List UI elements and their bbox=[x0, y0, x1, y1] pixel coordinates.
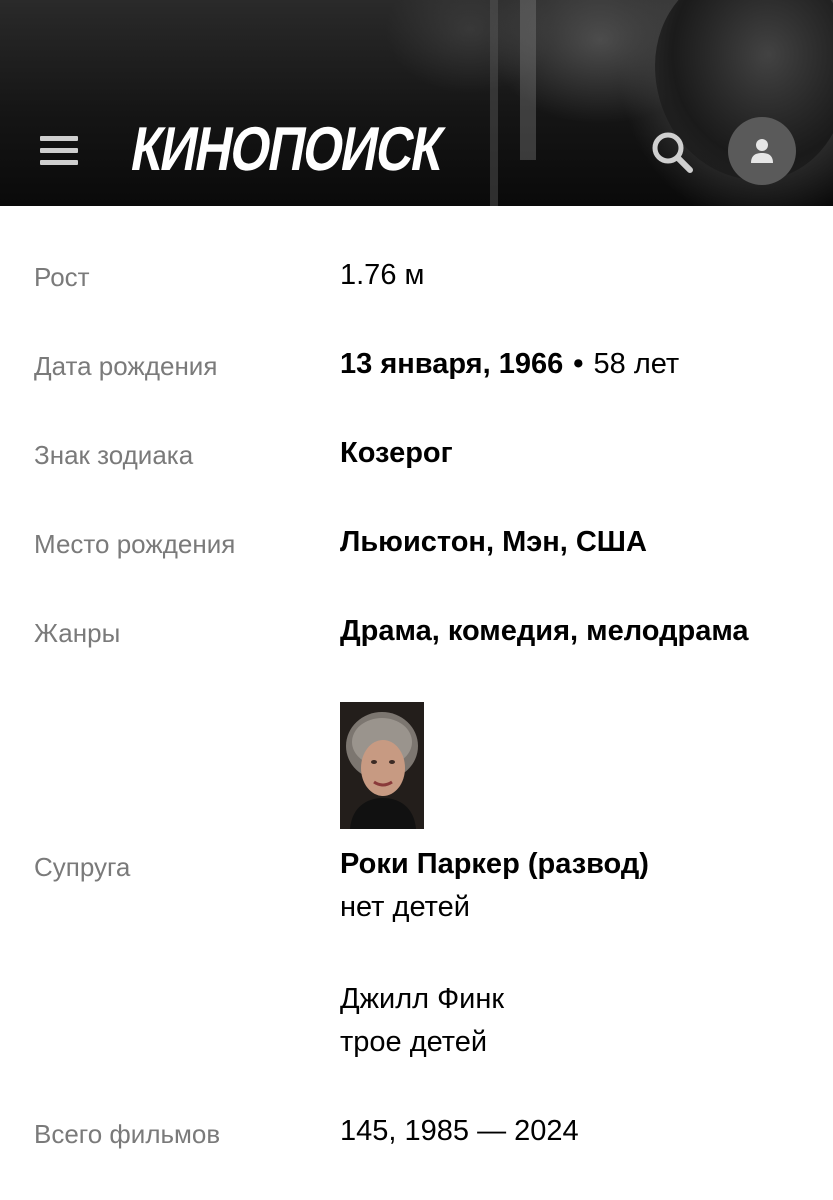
spouse-photo[interactable] bbox=[340, 702, 424, 829]
zodiac-link[interactable]: Козерог bbox=[340, 437, 453, 470]
search-icon[interactable] bbox=[648, 128, 696, 176]
zodiac-label: Знак зодиака bbox=[34, 440, 194, 470]
birth-date-separator: • bbox=[573, 348, 584, 380]
spouse-1-name[interactable]: Роки Паркер (развод) bbox=[340, 848, 649, 881]
birth-place-link[interactable]: Льюистон, Мэн, США bbox=[340, 526, 647, 559]
birth-place-label: Место рождения bbox=[34, 529, 236, 559]
hamburger-menu-icon[interactable] bbox=[38, 134, 80, 168]
site-header: КИНОПОИСК bbox=[0, 0, 833, 206]
height-label: Рост bbox=[34, 262, 90, 292]
birth-date-value: 13 января, 1966 • 58 лет bbox=[340, 348, 679, 381]
spouse-2-name: Джилл Финк bbox=[340, 983, 505, 1015]
profile-button[interactable] bbox=[728, 117, 796, 185]
genres-label: Жанры bbox=[34, 618, 121, 648]
spouse-1-children: нет детей bbox=[340, 891, 470, 923]
films-value: 145, 1985 — 2024 bbox=[340, 1115, 579, 1147]
films-label: Всего фильмов bbox=[34, 1119, 221, 1149]
genres-value[interactable]: Драма, комедия, мелодрама bbox=[340, 615, 749, 648]
height-value: 1.76 м bbox=[340, 259, 425, 291]
spouse-2-children: трое детей bbox=[340, 1026, 488, 1058]
birth-date-link[interactable]: 13 января, 1966 bbox=[340, 348, 563, 380]
age-value: 58 лет bbox=[593, 348, 680, 380]
kinopoisk-logo[interactable]: КИНОПОИСК bbox=[126, 115, 448, 184]
user-icon bbox=[751, 139, 773, 163]
birth-date-label: Дата рождения bbox=[34, 351, 218, 381]
spouse-label: Супруга bbox=[34, 852, 131, 882]
